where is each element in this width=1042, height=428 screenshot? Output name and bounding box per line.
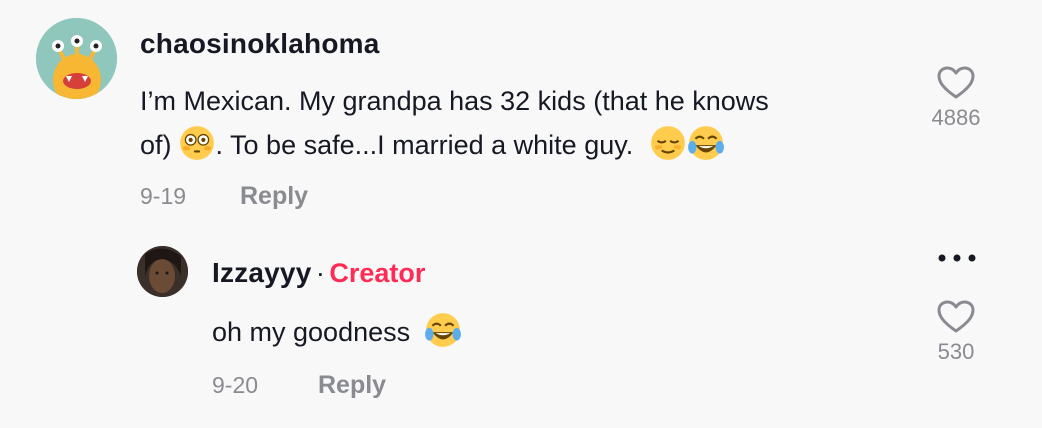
reply-text: oh my goodness (212, 310, 462, 354)
like-count: 530 (937, 339, 975, 364)
like-count: 4886 (931, 105, 981, 130)
reply-date: 9-20 (212, 372, 259, 398)
like-button[interactable]: 530 (921, 300, 991, 365)
monster-avatar-icon (36, 18, 117, 99)
heart-icon (937, 66, 975, 99)
tears-of-joy-face-icon (424, 313, 461, 347)
comment-date: 9-19 (140, 183, 187, 209)
comment-text-line1: I’m Mexican. My grandpa has 32 kids (tha… (140, 86, 769, 116)
like-button[interactable]: 4886 (921, 66, 991, 131)
comment-text-line2: of) . To be safe...I married a white guy… (140, 123, 900, 167)
comment-text-part: . To be safe...I married a white guy. (215, 130, 634, 160)
tears-of-joy-face-icon (687, 126, 724, 160)
user-photo-icon (137, 246, 188, 297)
reply-button[interactable]: Reply (318, 371, 386, 400)
reply-text-content: oh my goodness (212, 317, 411, 347)
comment-username[interactable]: chaosinoklahoma (140, 28, 380, 60)
flushed-face-icon (179, 126, 214, 160)
more-options-button[interactable] (937, 251, 977, 263)
avatar[interactable] (137, 246, 188, 297)
reply-header: Izzayyy · Creator (212, 257, 425, 289)
relieved-face-icon (650, 126, 685, 160)
creator-badge: Creator (329, 258, 426, 288)
reply-button[interactable]: Reply (240, 182, 308, 211)
reply-username[interactable]: Izzayyy (212, 257, 311, 288)
more-dots-icon (938, 254, 976, 262)
heart-icon (937, 300, 975, 333)
comment-text: I’m Mexican. My grandpa has 32 kids (tha… (140, 79, 900, 167)
avatar[interactable] (36, 18, 117, 99)
comment-text-part: of) (140, 130, 172, 160)
separator: · (315, 258, 325, 288)
